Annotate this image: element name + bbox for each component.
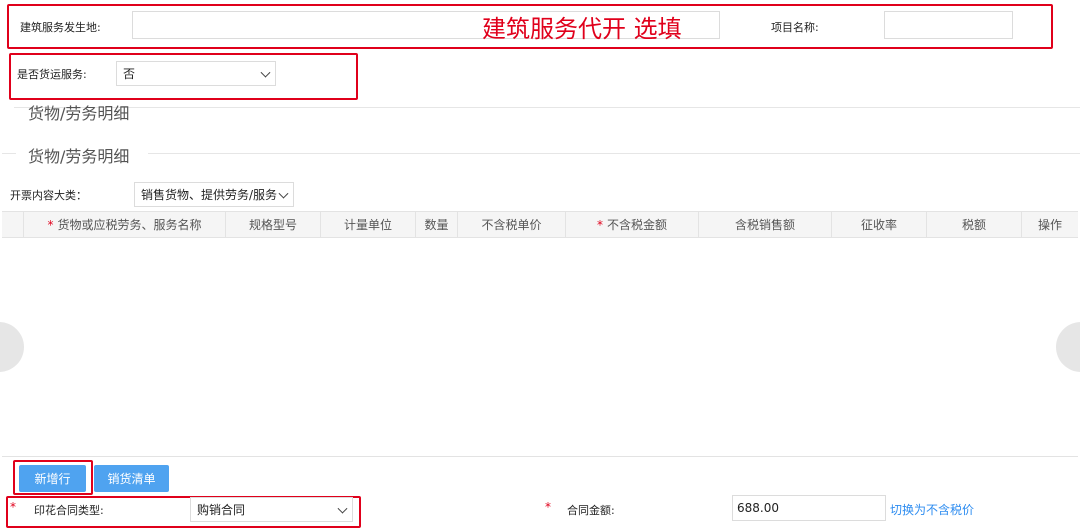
table-header-label: 含税销售额 [734, 218, 795, 232]
required-mark: * [47, 217, 54, 232]
divider [148, 153, 1080, 154]
construction-annotation: 建筑服务代开 选填 [482, 15, 682, 43]
section-title-goods: 货物/劳务明细 [28, 104, 130, 123]
required-mark: * [596, 217, 603, 232]
table-header-label: 操作 [1037, 218, 1062, 232]
divider [14, 107, 1080, 108]
table-header-cell: 含税销售额 [699, 212, 832, 237]
section-title-goods-detail: 货物/劳务明细 [28, 147, 130, 166]
table-header-label: 规格型号 [248, 218, 297, 232]
table-header-cell: 操作 [1022, 212, 1078, 237]
table-header-label: 征收率 [860, 218, 897, 232]
project-name-label: 项目名称: [771, 21, 819, 34]
stamp-contract-value: 购销合同 [197, 503, 246, 517]
contract-amount-input[interactable]: 688.00 [732, 495, 886, 521]
stamp-contract-select[interactable]: 购销合同 [190, 497, 353, 522]
table-header-cell: 税额 [927, 212, 1022, 237]
required-mark: * [545, 500, 551, 514]
project-name-input[interactable] [884, 11, 1013, 39]
required-mark: * [10, 500, 16, 514]
table-header-cell: 规格型号 [226, 212, 321, 237]
add-row-button[interactable]: 新增行 [19, 465, 86, 492]
table-header-cell: 计量单位 [321, 212, 416, 237]
table-header-cell: 不含税单价 [458, 212, 566, 237]
contract-amount-value: 688.00 [737, 501, 779, 515]
sales-list-button[interactable]: 销货清单 [94, 465, 169, 492]
stamp-contract-label: 印花合同类型: [34, 504, 104, 517]
invoice-category-select[interactable]: 销售货物、提供劳务/服务 [134, 182, 294, 207]
freight-select[interactable]: 否 [116, 61, 276, 86]
chevron-down-icon [278, 188, 289, 199]
table-header-label: 计量单位 [343, 218, 392, 232]
table-header-cell: * 货物或应税劳务、服务名称 [24, 212, 226, 237]
table-header-cell: * 不含税金额 [566, 212, 699, 237]
table-header-label: 税额 [961, 218, 986, 232]
freight-label: 是否货运服务: [17, 68, 87, 81]
table-header-label: 货物或应税劳务、服务名称 [57, 218, 202, 232]
freight-select-value: 否 [123, 67, 136, 81]
table-header-label: 不含税单价 [481, 218, 542, 232]
contract-amount-label: 合同金额: [567, 504, 615, 517]
chevron-down-icon [260, 67, 271, 78]
table-header-cell: 征收率 [832, 212, 927, 237]
table-header-cell [2, 212, 24, 237]
chevron-down-icon [337, 503, 348, 514]
service-location-label: 建筑服务发生地: [20, 21, 101, 34]
invoice-category-label: 开票内容大类： [10, 189, 87, 202]
table-header-label: 不含税金额 [606, 218, 667, 232]
goods-table-body [2, 238, 1078, 457]
table-header-label: 数量 [424, 218, 449, 232]
switch-tax-exclusive-link[interactable]: 切换为不含税价 [890, 501, 974, 518]
table-header-cell: 数量 [416, 212, 458, 237]
goods-table-header: * 货物或应税劳务、服务名称 规格型号 计量单位 数量 不含税单价 * 不含税金额 … [2, 211, 1078, 238]
divider [2, 153, 16, 154]
invoice-category-value: 销售货物、提供劳务/服务 [141, 188, 278, 202]
